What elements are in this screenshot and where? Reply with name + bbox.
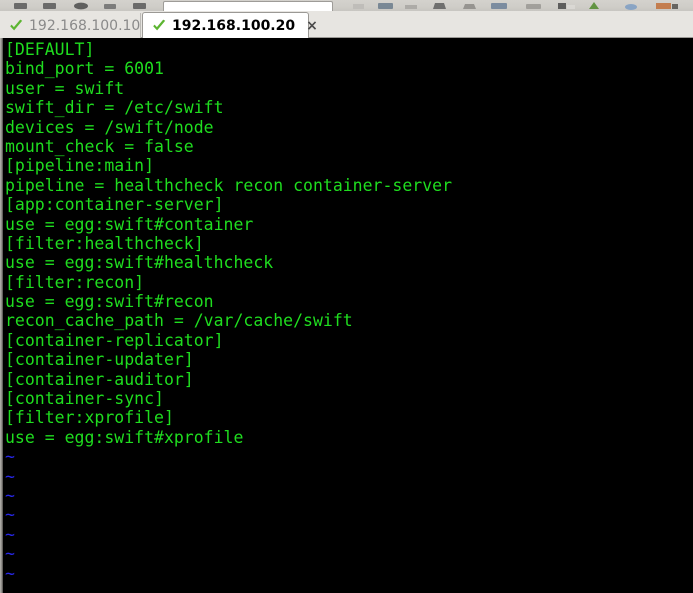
terminal-line: use = egg:swift#recon — [5, 292, 214, 312]
address-input[interactable] — [163, 1, 333, 11]
plugin-icon[interactable] — [588, 2, 600, 10]
empty-line-marker: ~ — [5, 524, 15, 544]
terminal-line: [container-auditor] — [5, 369, 194, 389]
print-icon[interactable] — [405, 2, 418, 10]
terminal-line: swift_dir = /etc/swift — [5, 98, 224, 118]
empty-line-marker: ~ — [5, 563, 15, 583]
bookmark-icon[interactable] — [352, 2, 365, 10]
window-icon[interactable] — [491, 2, 508, 10]
forward-icon[interactable] — [43, 2, 57, 10]
stop-icon[interactable] — [104, 2, 117, 10]
terminal-icon[interactable] — [656, 2, 678, 10]
terminal-line: devices = /swift/node — [5, 117, 214, 137]
connected-check-icon — [153, 19, 166, 30]
download-icon[interactable] — [378, 2, 394, 10]
terminal-line: use = egg:swift#container — [5, 214, 254, 234]
terminal-line: mount_check = false — [5, 136, 194, 156]
empty-line-marker: ~ — [5, 466, 15, 486]
back-icon[interactable] — [14, 2, 28, 10]
terminal-line: [DEFAULT] — [5, 40, 95, 59]
tab-192-168-100-20[interactable]: 192.168.100.20 × — [142, 12, 318, 39]
terminal-screen[interactable]: [DEFAULT] bind_port = 6001 user = swift … — [0, 38, 693, 593]
terminal-line: user = swift — [5, 78, 125, 98]
terminal-line: recon_cache_path = /var/cache/swift — [5, 311, 353, 331]
terminal-line: pipeline = healthcheck recon container-s… — [5, 175, 453, 195]
empty-line-marker: ~ — [5, 447, 15, 467]
empty-line-marker: ~ — [5, 485, 15, 505]
tab-label: 192.168.100.20 — [172, 17, 296, 34]
empty-line-marker: ~ — [5, 544, 15, 564]
reload-icon[interactable] — [73, 2, 89, 10]
home-icon[interactable] — [133, 2, 147, 10]
terminal-left-border — [0, 38, 3, 593]
terminal-line: bind_port = 6001 — [5, 59, 164, 79]
tab-bar: 192.168.100.10 192.168.100.20 × — [0, 11, 693, 39]
connected-check-icon — [10, 19, 23, 30]
terminal-line: [pipeline:main] — [5, 156, 155, 176]
info-icon[interactable] — [624, 2, 638, 10]
settings-icon[interactable] — [432, 2, 447, 10]
terminal-line: [container-replicator] — [5, 330, 224, 350]
terminal-window: 192.168.100.10 192.168.100.20 × [DEFAULT… — [0, 0, 693, 593]
log-icon[interactable] — [526, 2, 542, 10]
terminal-line: use = egg:swift#healthcheck — [5, 253, 274, 273]
terminal-line: [container-updater] — [5, 350, 194, 370]
close-icon[interactable]: × — [306, 19, 318, 33]
terminal-line: [container-sync] — [5, 389, 164, 409]
terminal-line: [app:container-server] — [5, 195, 224, 215]
tab-label: 192.168.100.10 — [29, 17, 141, 34]
tab-192-168-100-10[interactable]: 192.168.100.10 — [0, 13, 141, 38]
terminal-line: [filter:recon] — [5, 272, 145, 292]
terminal-line: [filter:healthcheck] — [5, 233, 204, 253]
empty-line-marker: ~ — [5, 505, 15, 525]
chart-icon[interactable] — [558, 2, 576, 10]
terminal-line: [filter:xprofile] — [5, 408, 174, 428]
terminal-content: [DEFAULT] bind_port = 6001 user = swift … — [5, 40, 693, 593]
terminal-line: use = egg:swift#xprofile — [5, 427, 244, 447]
fullscreen-icon[interactable] — [462, 2, 477, 10]
